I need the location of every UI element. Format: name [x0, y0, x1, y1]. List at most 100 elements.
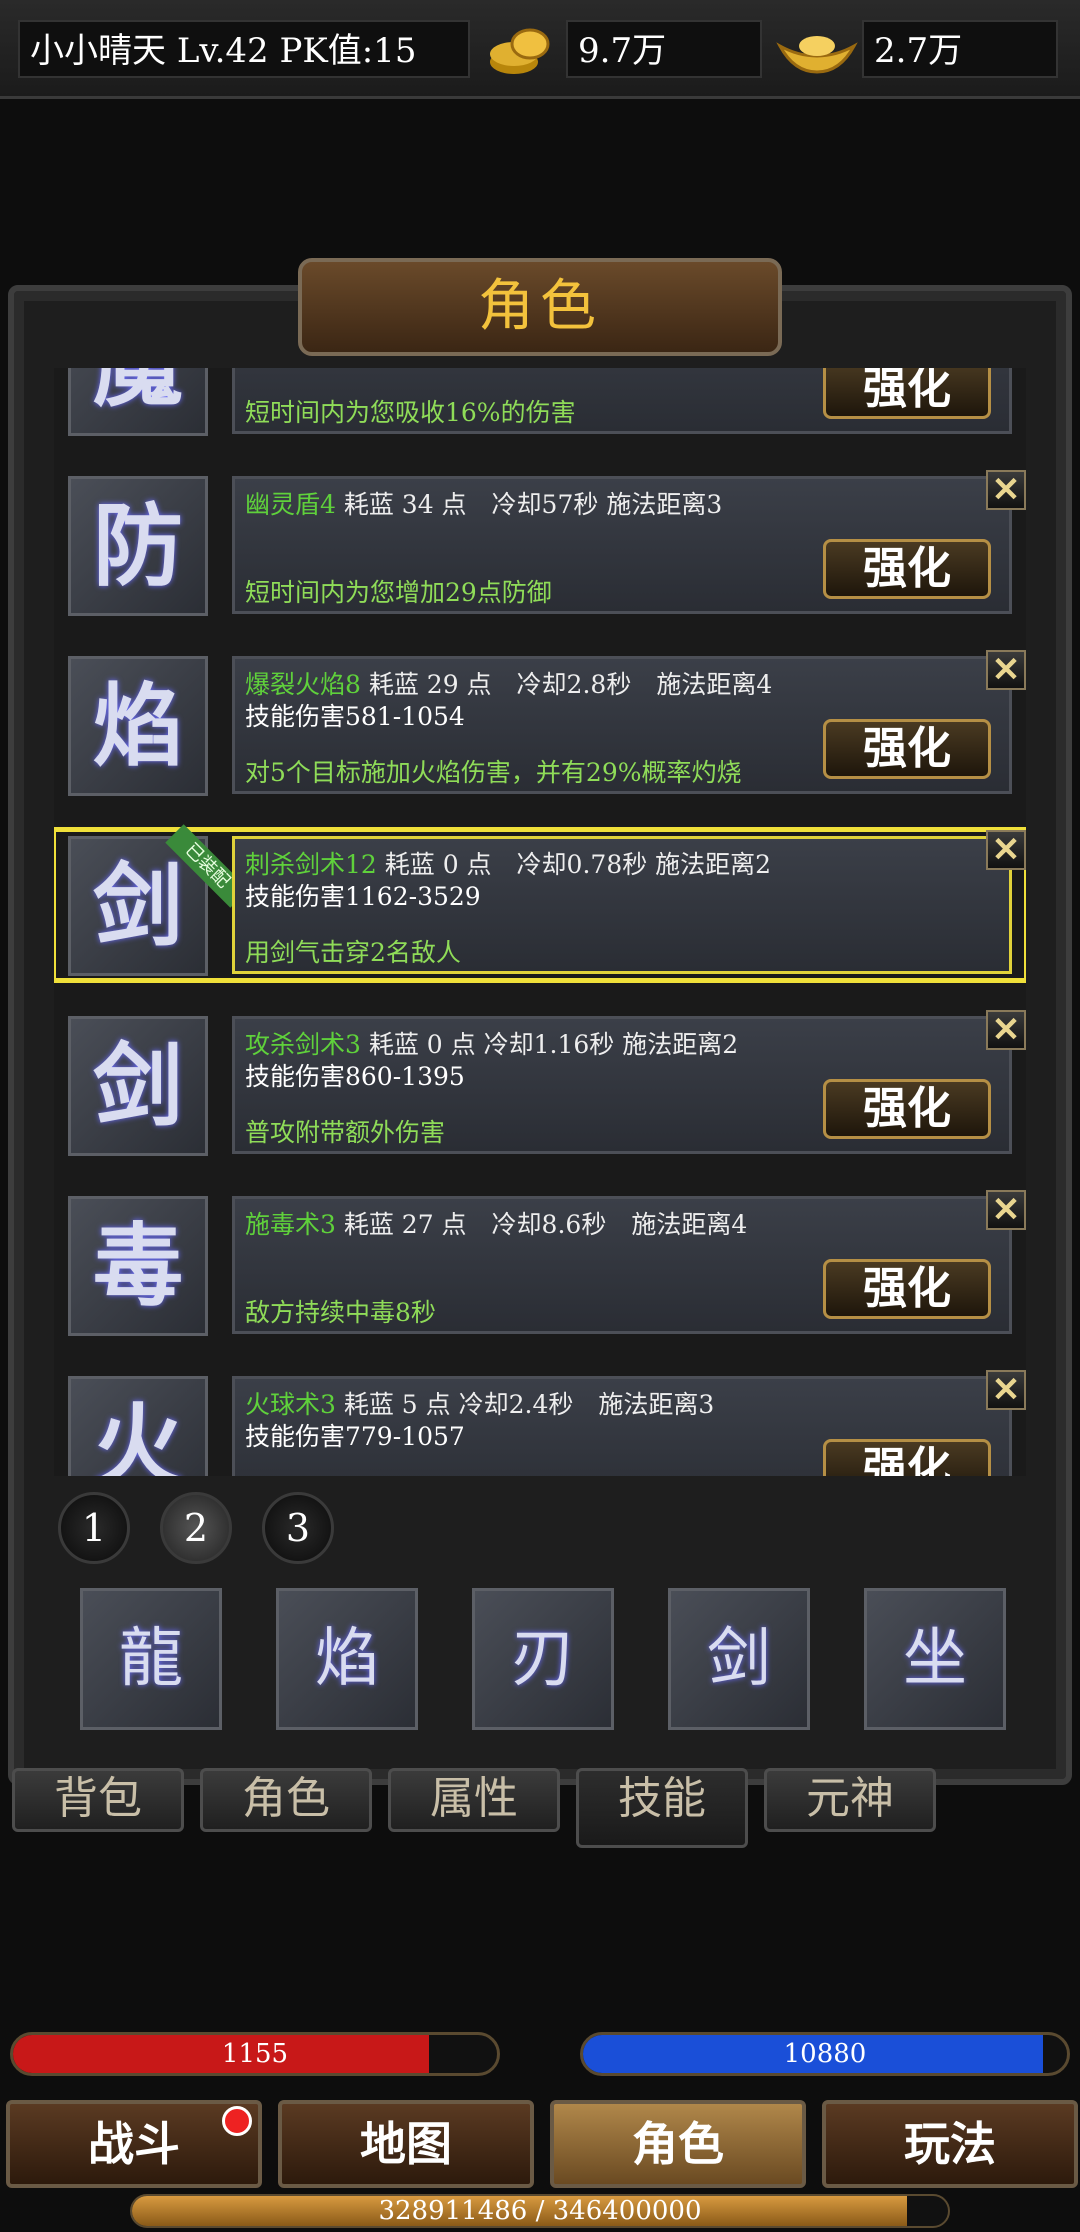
skill-icon[interactable]: 焰	[68, 656, 208, 796]
skill-icon[interactable]: 剑已装配	[68, 824, 249, 976]
skill-row[interactable]: 剑已装配 刺杀剑术12 耗蓝 0 点 冷却0.78秒 施法距离2 技能伤害1162-…	[54, 824, 1026, 983]
page-button-3[interactable]: 3	[262, 1492, 334, 1564]
hp-bar: 1155	[10, 2032, 500, 2076]
page-button-2[interactable]: 2	[160, 1492, 232, 1564]
gold-coin-icon	[484, 22, 554, 80]
subtab-0[interactable]: 背包	[12, 1768, 184, 1832]
coin-amount: 9.7万	[566, 20, 762, 78]
skill-stats: 耗蓝 5 点 冷却2.4秒 施法距离3	[335, 1390, 715, 1419]
skill-icon[interactable]: 毒	[68, 1196, 208, 1336]
skill-line: 幽灵盾4 耗蓝 34 点 冷却57秒 施法距离3	[245, 485, 722, 521]
skill-stats: 耗蓝 0 点 冷却1.16秒 施法距离2	[360, 1030, 739, 1059]
skill-name: 幽灵盾4	[245, 490, 336, 519]
subtab-2[interactable]: 属性	[388, 1768, 560, 1832]
panel-title: 角色	[298, 258, 782, 356]
nav-button-3[interactable]: 玩法	[822, 2100, 1078, 2188]
skill-icon[interactable]: 火	[68, 1376, 208, 1476]
nav-label: 地图	[360, 2117, 452, 2171]
skill-description: 敌方持续中毒8秒	[245, 1298, 436, 1327]
close-icon[interactable]: ✕	[986, 1010, 1026, 1050]
skill-card: 刺杀剑术12 耗蓝 0 点 冷却0.78秒 施法距离2 技能伤害1162-3529…	[232, 836, 1012, 974]
skill-card: 短时间内为您吸收16%的伤害 强化	[232, 368, 1012, 434]
enhance-button[interactable]: 强化	[823, 539, 991, 599]
skill-slot[interactable]: 坐	[864, 1588, 1006, 1730]
exp-value: 328911486 / 346400000	[378, 2196, 702, 2226]
skill-card: 爆裂火焰8 耗蓝 29 点 冷却2.8秒 施法距离4 技能伤害581-1054 对5…	[232, 656, 1012, 794]
skill-slot[interactable]: 龍	[80, 1588, 222, 1730]
skill-stats: 耗蓝 27 点 冷却8.6秒 施法距离4	[335, 1210, 748, 1239]
close-icon[interactable]: ✕	[986, 470, 1026, 510]
nav-button-1[interactable]: 地图	[278, 2100, 534, 2188]
close-icon[interactable]: ✕	[986, 650, 1026, 690]
skill-row[interactable]: 焰 爆裂火焰8 耗蓝 29 点 冷却2.8秒 施法距离4 技能伤害581-1054 对…	[54, 650, 1026, 800]
skill-row[interactable]: 剑攻杀剑术3 耗蓝 0 点 冷却1.16秒 施法距离2 技能伤害860-1395 普…	[54, 1010, 1026, 1160]
enhance-button[interactable]: 强化	[823, 1079, 991, 1139]
mp-value: 10880	[783, 2039, 867, 2069]
skill-icon-glyph: 焰	[93, 673, 183, 779]
ingot-amount: 2.7万	[862, 20, 1058, 78]
skill-icon-glyph: 火	[93, 1393, 183, 1476]
skill-slot[interactable]: 剑	[668, 1588, 810, 1730]
player-info: 小小晴天 Lv.42 PK值:15	[18, 20, 470, 78]
gold-ingot-icon	[774, 22, 860, 80]
skill-description: 普攻附带额外伤害	[245, 1118, 446, 1147]
skill-slot[interactable]: 刃	[472, 1588, 614, 1730]
nav-label: 角色	[632, 2117, 724, 2171]
notification-dot	[222, 2106, 252, 2136]
enhance-button[interactable]: 强化	[823, 368, 991, 419]
page-button-1[interactable]: 1	[58, 1492, 130, 1564]
skill-description: 短时间内为您增加29点防御	[245, 578, 552, 607]
skill-row[interactable]: 防 幽灵盾4 耗蓝 34 点 冷却57秒 施法距离3 短时间内为您增加29点防御 强化…	[54, 470, 1026, 620]
skill-stats: 耗蓝 29 点 冷却2.8秒 施法距离4	[360, 670, 773, 699]
skill-slot[interactable]: 焰	[276, 1588, 418, 1730]
skill-line: 攻杀剑术3 耗蓝 0 点 冷却1.16秒 施法距离2	[245, 1025, 738, 1061]
skill-description: 用剑气击穿2名敌人	[245, 938, 461, 967]
skill-name: 刺杀剑术12	[245, 850, 377, 879]
skill-icon[interactable]: 魔	[68, 368, 208, 436]
skill-damage: 技能伤害779-1057	[245, 1422, 465, 1451]
player-pk: PK值:15	[279, 31, 417, 71]
skill-description: 短时间内为您吸收16%的伤害	[245, 398, 576, 427]
skill-damage: 技能伤害1162-3529	[245, 882, 481, 911]
subtab-3[interactable]: 技能	[576, 1768, 748, 1848]
skill-list[interactable]: 魔短时间内为您吸收16%的伤害强化防幽灵盾4 耗蓝 34 点 冷却57秒 施法距…	[54, 368, 1026, 1476]
skill-damage: 技能伤害581-1054	[245, 702, 465, 731]
close-icon[interactable]: ✕	[986, 830, 1026, 870]
skill-icon[interactable]: 剑	[68, 1016, 208, 1156]
hp-value: 1155	[221, 2039, 289, 2069]
skill-line: 刺杀剑术12 耗蓝 0 点 冷却0.78秒 施法距离2	[245, 845, 771, 881]
skill-icon-glyph: 剑	[93, 1033, 183, 1139]
skill-description: 对5个目标施加火焰伤害，并有29%概率灼烧	[245, 758, 742, 787]
skill-row[interactable]: 魔 短时间内为您吸收16%的伤害 强化	[54, 368, 1026, 440]
subtab-4[interactable]: 元神	[764, 1768, 936, 1832]
skill-row[interactable]: 火火球术3 耗蓝 5 点 冷却2.4秒 施法距离3 技能伤害779-1057 强化 ✕	[54, 1370, 1026, 1476]
skill-line: 施毒术3 耗蓝 27 点 冷却8.6秒 施法距离4	[245, 1205, 747, 1241]
player-level: Lv.42	[176, 31, 269, 71]
skill-icon[interactable]: 防	[68, 476, 208, 616]
skill-card: 火球术3 耗蓝 5 点 冷却2.4秒 施法距离3 技能伤害779-1057 强化	[232, 1376, 1012, 1476]
enhance-button[interactable]: 强化	[823, 719, 991, 779]
skill-row[interactable]: 毒 施毒术3 耗蓝 27 点 冷却8.6秒 施法距离4 敌方持续中毒8秒 强化 ✕	[54, 1190, 1026, 1340]
skill-stats: 耗蓝 34 点 冷却57秒 施法距离3	[335, 490, 723, 519]
skill-icon-glyph: 毒	[93, 1213, 183, 1319]
player-name: 小小晴天	[30, 31, 166, 71]
skill-name: 爆裂火焰8	[245, 670, 361, 699]
exp-bar: 328911486 / 346400000	[130, 2194, 950, 2228]
close-icon[interactable]: ✕	[986, 1370, 1026, 1410]
enhance-button[interactable]: 强化	[823, 1259, 991, 1319]
mp-bar: 10880	[580, 2032, 1070, 2076]
nav-label: 玩法	[904, 2117, 996, 2171]
nav-button-2[interactable]: 角色	[550, 2100, 806, 2188]
close-icon[interactable]: ✕	[986, 1190, 1026, 1230]
subtab-1[interactable]: 角色	[200, 1768, 372, 1832]
skill-name: 火球术3	[245, 1390, 336, 1419]
enhance-button[interactable]: 强化	[823, 1439, 991, 1476]
skill-stats: 耗蓝 0 点 冷却0.78秒 施法距离2	[376, 850, 772, 879]
skill-name: 攻杀剑术3	[245, 1030, 361, 1059]
nav-button-0[interactable]: 战斗	[6, 2100, 262, 2188]
skill-card: 施毒术3 耗蓝 27 点 冷却8.6秒 施法距离4 敌方持续中毒8秒 强化	[232, 1196, 1012, 1334]
skill-line: 火球术3 耗蓝 5 点 冷却2.4秒 施法距离3	[245, 1385, 714, 1421]
skill-card: 攻杀剑术3 耗蓝 0 点 冷却1.16秒 施法距离2 技能伤害860-1395 普攻…	[232, 1016, 1012, 1154]
skill-damage: 技能伤害860-1395	[245, 1062, 465, 1091]
skill-icon-glyph: 防	[93, 493, 183, 599]
